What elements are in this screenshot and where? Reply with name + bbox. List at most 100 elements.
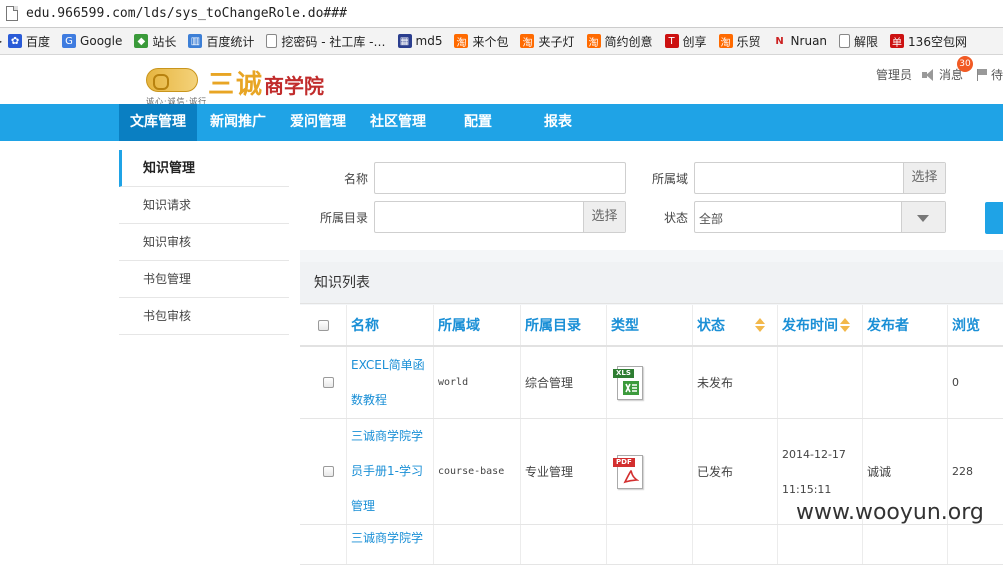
row-name-cell: EXCEL简单函数教程 <box>347 347 434 418</box>
tab-news[interactable]: 新闻推广 <box>200 104 276 141</box>
row-name-link[interactable]: 三诚商学院学员手册1-学习管理 <box>351 419 433 524</box>
grid-icon: ▦ <box>397 34 412 48</box>
brand-sub: 商学院 <box>264 74 325 98</box>
sidebar-item-bag[interactable]: 书包管理 <box>119 261 289 298</box>
row-name-link[interactable]: EXCEL简单函数教程 <box>351 348 433 418</box>
tab-qa[interactable]: 爱问管理 <box>280 104 356 141</box>
bookmark-label: 百度 <box>26 34 51 49</box>
select-all-checkbox[interactable] <box>318 319 329 331</box>
spreadsheet-glyph <box>623 380 639 395</box>
taobao-icon: 淘 <box>520 34 535 49</box>
name-input[interactable] <box>374 162 626 194</box>
row-checkbox-cell <box>300 419 347 524</box>
row-checkbox[interactable] <box>323 377 334 388</box>
bookmark-item[interactable]: 挖密码 - 社工库 -… <box>266 33 386 50</box>
status-select[interactable]: 全部 <box>694 201 946 233</box>
row-publisher <box>863 347 948 418</box>
col-dir[interactable]: 所属目录 <box>521 305 607 345</box>
row-name-link[interactable]: 三诚商学院学 <box>351 529 423 546</box>
bookmark-item[interactable]: 单 136空包网 <box>890 33 967 50</box>
dan-icon: 单 <box>890 34 905 49</box>
bookmark-item[interactable]: 淘夹子灯 <box>520 33 575 50</box>
admin-link[interactable]: 管理员 <box>876 66 912 83</box>
sidebar-item-review[interactable]: 知识审核 <box>119 224 289 261</box>
col-name[interactable]: 名称 <box>347 305 434 345</box>
bookmark-item[interactable]: 解限 <box>839 33 878 50</box>
bookmark-item[interactable]: 淘简约创意 <box>586 33 653 50</box>
flag-icon[interactable] <box>976 68 989 81</box>
row-name-cell: 三诚商学院学 <box>347 525 434 564</box>
row-views: 0 <box>952 376 959 389</box>
col-status[interactable]: 状态 <box>693 305 778 345</box>
extra-link[interactable]: 待 <box>991 66 1003 83</box>
bookmark-item[interactable]: ◆ 站长 <box>134 33 176 50</box>
bookmark-label: 百度统计 <box>206 34 255 49</box>
bookmark-label: 136空包网 <box>908 34 967 49</box>
bookmark-arrow[interactable]: ▸ <box>0 34 2 48</box>
bookmark-item[interactable]: G Google <box>62 34 122 48</box>
file-type-tag: XLS <box>613 368 634 378</box>
row-dir: 专业管理 <box>521 419 607 524</box>
bookmark-label: 创享 <box>682 34 707 49</box>
speaker-icon <box>921 68 936 81</box>
brand-name: 三诚商学院 <box>208 64 324 101</box>
bookmark-item[interactable]: 淘来个包 <box>454 33 508 50</box>
bookmark-item[interactable]: ▦ md5 <box>397 34 442 48</box>
col-status-label: 状态 <box>697 318 725 334</box>
bookmarks-bar: ▸ ✿百度 GGoogle ◆站长 ▥百度统计挖密码 - 社工库 -… ▦md5 淘来个包… <box>0 28 1003 55</box>
bookmark-label: 简约创意 <box>604 34 653 49</box>
tab-reports[interactable]: 报表 <box>520 104 596 141</box>
bookmark-item[interactable]: N Nruan <box>773 34 827 48</box>
row-type-cell <box>607 525 693 564</box>
page-icon <box>266 34 278 48</box>
bookmark-item[interactable]: 淘乐贸 <box>718 33 761 50</box>
dir-label: 所属目录 <box>319 211 368 225</box>
sort-icon[interactable] <box>840 318 850 332</box>
sidebar-item-bag-review[interactable]: 书包审核 <box>119 298 289 335</box>
row-publisher <box>863 525 948 564</box>
row-checkbox[interactable] <box>323 466 334 477</box>
search-button[interactable] <box>985 202 1003 234</box>
name-label: 名称 <box>343 172 368 186</box>
status-dropdown-toggle[interactable] <box>901 202 945 232</box>
domain-input[interactable]: 选择 <box>694 162 946 194</box>
sort-icon[interactable] <box>755 318 765 332</box>
dir-input[interactable]: 选择 <box>374 201 626 233</box>
domain-select-button[interactable]: 选择 <box>903 163 945 193</box>
col-publisher[interactable]: 发布者 <box>863 305 948 345</box>
col-views[interactable]: 浏览 <box>948 305 1003 345</box>
sidebar-item-knowledge[interactable]: 知识管理 <box>119 150 289 187</box>
n-icon: N <box>775 35 784 47</box>
bookmark-label: 乐贸 <box>736 34 761 49</box>
bookmark-item[interactable]: ✿ 百度 <box>8 33 50 50</box>
messages-link[interactable]: 消息 30 <box>921 56 973 83</box>
site-header: 三诚商学院 诚心·诚信·诚行 管理员 消息 30 待 <box>0 56 1003 106</box>
row-time: 2014-12-17 11:15:11 <box>782 447 846 496</box>
main-content: 名称 所属域 选择 所属目录 选择 状态 全部 知识列表 名称 所属域 所属目录… <box>300 150 1003 565</box>
url-text[interactable]: edu.966599.com/lds/sys_toChangeRole.do##… <box>26 6 347 21</box>
col-domain[interactable]: 所属域 <box>434 305 521 345</box>
row-name-cell: 三诚商学院学员手册1-学习管理 <box>347 419 434 524</box>
tab-community[interactable]: 社区管理 <box>360 104 436 141</box>
page-icon <box>6 6 18 21</box>
address-bar[interactable]: edu.966599.com/lds/sys_toChangeRole.do##… <box>0 0 1003 28</box>
page-icon <box>839 34 851 48</box>
message-count-badge: 30 <box>956 56 973 72</box>
dir-select-button[interactable]: 选择 <box>583 202 625 232</box>
row-time <box>778 525 863 564</box>
col-type[interactable]: 类型 <box>607 305 693 345</box>
row-checkbox-cell <box>300 525 347 564</box>
status-select-value: 全部 <box>699 212 724 226</box>
tab-library[interactable]: 文库管理 <box>119 104 197 141</box>
site-logo[interactable]: 三诚商学院 诚心·诚信·诚行 <box>146 62 376 106</box>
zhanzhang-icon: ◆ <box>134 34 149 48</box>
bookmark-item[interactable]: ▥ 百度统计 <box>188 33 254 50</box>
main-nav: 文库管理 新闻推广 爱问管理 社区管理 配置 报表 <box>0 104 1003 141</box>
bookmark-label: 来个包 <box>472 34 509 49</box>
tab-config[interactable]: 配置 <box>440 104 516 141</box>
domain-label: 所属域 <box>651 172 688 186</box>
bookmark-item[interactable]: T 创享 <box>664 33 707 50</box>
taobao-icon: 淘 <box>454 34 469 49</box>
sidebar-item-requests[interactable]: 知识请求 <box>119 187 289 224</box>
col-time[interactable]: 发布时间 <box>778 305 863 345</box>
